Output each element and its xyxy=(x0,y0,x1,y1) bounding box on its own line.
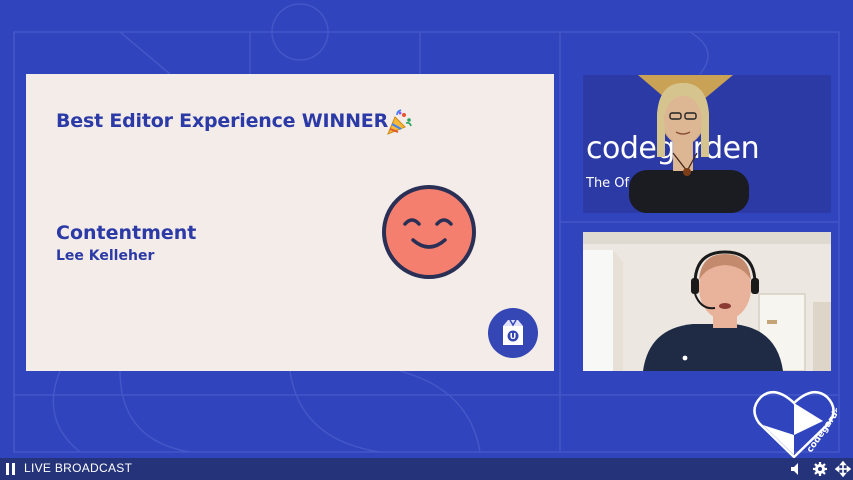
stage-background: Best Editor Experience WINNER Contentmen… xyxy=(0,0,853,458)
smiling-face-icon xyxy=(382,185,476,279)
package-author: Lee Kelleher xyxy=(56,248,155,264)
presentation-slide: Best Editor Experience WINNER Contentmen… xyxy=(26,74,554,371)
package-name: Contentment xyxy=(56,222,197,244)
pause-icon[interactable] xyxy=(6,463,16,475)
presenter-video: codegarden The Of ference xyxy=(583,75,831,213)
party-popper-icon xyxy=(387,109,412,135)
guest-scene xyxy=(583,232,831,371)
move-icon[interactable] xyxy=(835,461,851,477)
presenter-person xyxy=(629,83,749,213)
award-title: Best Editor Experience WINNER xyxy=(56,110,389,132)
svg-text:U: U xyxy=(510,332,517,341)
guest-video xyxy=(583,232,831,371)
settings-icon[interactable] xyxy=(812,461,828,477)
codegarden-heart-logo: codegarden xyxy=(753,390,837,458)
player-control-bar: LIVE BROADCAST xyxy=(0,458,853,480)
live-broadcast-label: LIVE BROADCAST xyxy=(24,461,133,475)
volume-icon[interactable] xyxy=(789,461,805,477)
umbraco-box-icon: U xyxy=(488,308,538,358)
